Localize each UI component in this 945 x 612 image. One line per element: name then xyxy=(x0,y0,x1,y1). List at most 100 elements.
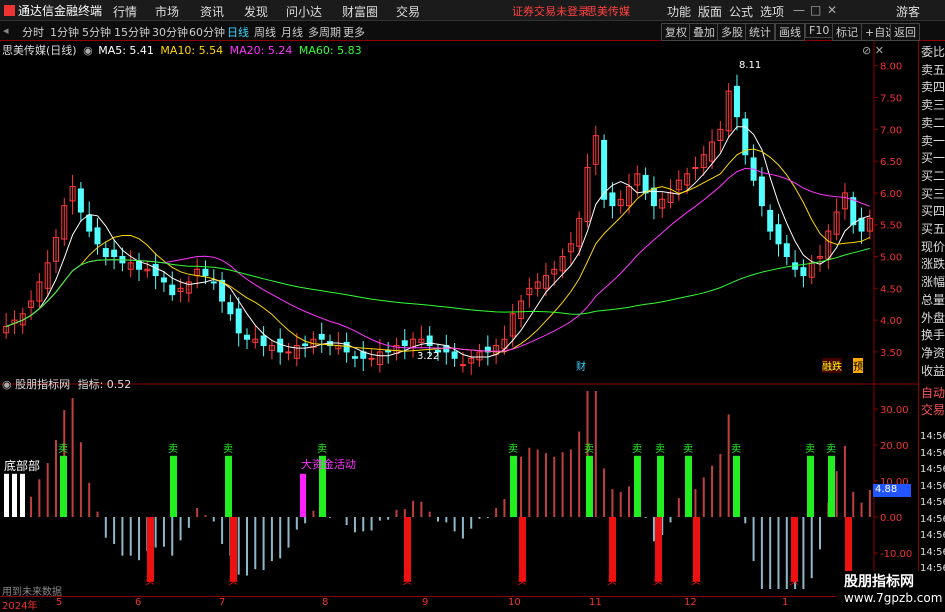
marker-tag[interactable]: 融跌 xyxy=(822,358,842,373)
panel-auto-1[interactable]: 交易 xyxy=(920,403,945,417)
sidebar-toggle-icon[interactable]: ◂ xyxy=(3,24,9,37)
minimize-icon[interactable]: — xyxy=(793,3,805,17)
buy-label-5: 买 xyxy=(653,575,663,587)
candle-body-73 xyxy=(609,192,616,207)
period-tab-5[interactable]: 60分钟 xyxy=(189,24,225,40)
sell-label-11: 卖 xyxy=(826,443,836,455)
draw-line-button[interactable]: 画线 xyxy=(775,23,805,41)
stats-button[interactable]: 统计 xyxy=(745,23,775,41)
sell-bar-8 xyxy=(685,455,692,517)
candle-body-88 xyxy=(733,85,740,118)
period-tab-0[interactable]: 分时 xyxy=(22,24,44,40)
period-tab-3[interactable]: 15分钟 xyxy=(114,24,150,40)
candle-body-83 xyxy=(692,166,699,169)
menu-layout[interactable]: 版面 xyxy=(698,3,722,20)
ind-tick-label-1: 20.00 xyxy=(880,441,909,452)
candle-body-103 xyxy=(858,217,865,232)
menu-trade[interactable]: 交易 xyxy=(396,3,420,20)
x-tick-4: 8 xyxy=(322,597,329,608)
buy-bar-1 xyxy=(230,517,237,582)
overlay-button[interactable]: 叠加 xyxy=(689,23,719,41)
indicator-title: 股朋指标网 xyxy=(15,378,71,391)
time-row-7: 14:56 xyxy=(920,546,945,558)
multi-stock-button[interactable]: 多股 xyxy=(717,23,747,41)
zoom-icon[interactable]: ⊘ ✕ xyxy=(862,44,884,57)
candle-body-11 xyxy=(94,227,101,245)
sell-label-7: 卖 xyxy=(655,443,665,455)
main-chart-title: 思美传媒(日线) xyxy=(2,44,77,57)
period-tab-more[interactable]: 更多 xyxy=(343,24,365,40)
period-tab-2[interactable]: 5分钟 xyxy=(82,24,111,40)
y-tick-label-6: 5.00 xyxy=(880,253,902,264)
indicator-toggle-icon[interactable]: ◉ xyxy=(2,378,12,391)
indicator-header: ◉ 股朋指标网 指标: 0.52 xyxy=(2,376,131,392)
y-tick-label-9: 3.50 xyxy=(880,348,902,359)
menu-market-2[interactable]: 市场 xyxy=(155,3,179,20)
period-tab-4[interactable]: 30分钟 xyxy=(152,24,188,40)
candle-body-92 xyxy=(767,209,774,232)
menu-news[interactable]: 资讯 xyxy=(200,3,224,20)
candle-body-9 xyxy=(77,188,84,213)
y-tick-label-3: 6.50 xyxy=(880,157,902,168)
buy-label-7: 买 xyxy=(789,575,799,587)
candle-body-77 xyxy=(642,174,649,194)
back-button[interactable]: 返回 xyxy=(890,23,920,41)
sell-label-4: 卖 xyxy=(508,443,518,455)
panel-label-13: 涨幅 xyxy=(920,275,945,290)
ma-line-10 xyxy=(6,148,871,353)
panel-label-6: 买一 xyxy=(920,151,945,166)
bottom-label: 底部部 xyxy=(4,459,41,473)
panel-auto-0[interactable]: 自动 xyxy=(920,386,945,400)
restore-rights-button[interactable]: 复权 xyxy=(661,23,691,41)
menu-market[interactable]: 行情 xyxy=(113,3,137,20)
period-tab-7[interactable]: 周线 xyxy=(254,24,276,40)
x-tick-9: 1 xyxy=(782,597,789,608)
close-icon[interactable]: ✕ xyxy=(827,3,837,17)
bottom-bar-2 xyxy=(20,473,25,517)
sell-label-0: 卖 xyxy=(58,443,68,455)
f10-button[interactable]: F10 xyxy=(805,23,834,38)
current-value-badge: 4.88 xyxy=(873,484,911,497)
menu-function[interactable]: 功能 xyxy=(667,3,691,20)
period-tab-8[interactable]: 月线 xyxy=(281,24,303,40)
period-tab-9[interactable]: 多周期 xyxy=(308,24,341,40)
candle-body-38 xyxy=(318,333,325,340)
candle-body-51 xyxy=(426,335,433,347)
candle-body-34 xyxy=(285,351,292,354)
menu-guest[interactable]: 游客 xyxy=(896,3,920,20)
sell-bar-5 xyxy=(586,455,593,517)
panel-label-12: 涨跌 xyxy=(920,257,945,272)
menu-discover[interactable]: 发现 xyxy=(244,3,268,20)
sell-label-9: 卖 xyxy=(731,443,741,455)
candle-body-42 xyxy=(351,356,358,359)
menu-formula[interactable]: 公式 xyxy=(729,3,753,20)
sell-bar-1 xyxy=(170,455,177,517)
maximize-icon[interactable]: □ xyxy=(810,3,821,17)
sell-bar-7 xyxy=(657,455,664,517)
marker-yu[interactable]: 预 xyxy=(853,358,863,373)
candle-body-29 xyxy=(243,334,250,340)
sell-label-1: 卖 xyxy=(168,443,178,455)
app-title: 通达信金融终端 xyxy=(4,2,102,19)
settings-toggle-icon[interactable]: ◉ xyxy=(83,44,93,57)
chart-area[interactable]: 卖卖卖卖卖卖卖卖卖卖卖卖买买买买买买买买买 8.007.507.006.506.… xyxy=(0,41,918,598)
period-tab-daily[interactable]: 日线 xyxy=(227,24,249,40)
y-tick-label-2: 7.00 xyxy=(880,125,902,136)
top-stock-name: 思美传媒 xyxy=(586,5,630,18)
panel-label-2: 卖四 xyxy=(920,80,945,95)
candle-body-12 xyxy=(102,248,109,258)
big-money-bar xyxy=(300,473,306,517)
menu-options[interactable]: 选项 xyxy=(760,3,784,20)
sell-bar-9 xyxy=(733,455,740,517)
login-notice[interactable]: 证券交易未登录 xyxy=(512,3,589,19)
chart-svg[interactable]: 卖卖卖卖卖卖卖卖卖卖卖卖买买买买买买买买买 8.007.507.006.506.… xyxy=(0,41,918,596)
mark-button[interactable]: 标记 xyxy=(832,23,862,41)
marker-cai[interactable]: 财 xyxy=(576,358,586,373)
main-chart-header: 思美传媒(日线) ◉ MA5: 5.41 MA10: 5.54 MA20: 5.… xyxy=(2,42,362,58)
sell-bar-11 xyxy=(828,455,835,517)
period-tab-1[interactable]: 1分钟 xyxy=(50,24,79,40)
menu-wealth[interactable]: 财富圈 xyxy=(342,3,378,20)
menu-ask[interactable]: 问小达 xyxy=(286,3,322,20)
time-row-2: 14:56 xyxy=(920,464,945,475)
candle-body-31 xyxy=(260,335,267,347)
